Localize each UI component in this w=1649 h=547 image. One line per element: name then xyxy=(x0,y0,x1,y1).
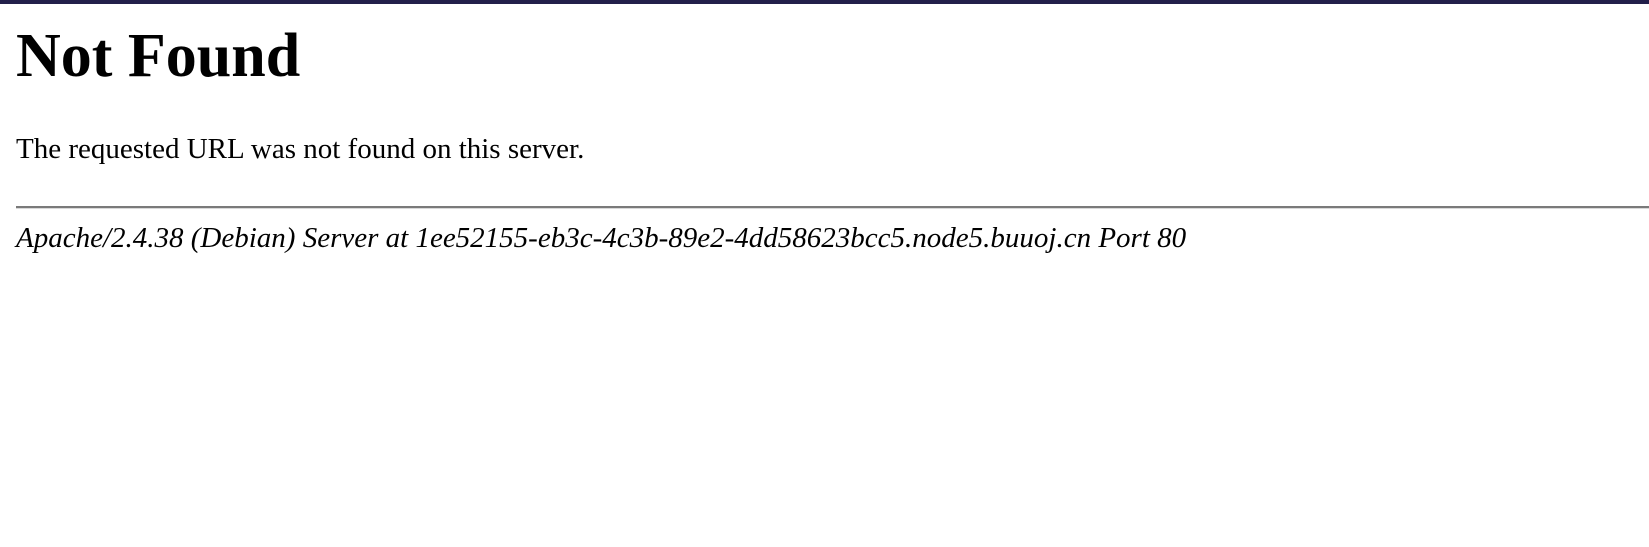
error-page: Not Found The requested URL was not foun… xyxy=(0,4,1649,547)
error-message: The requested URL was not found on this … xyxy=(16,133,585,165)
page-title: Not Found xyxy=(16,22,301,90)
divider xyxy=(16,206,1649,209)
server-signature: Apache/2.4.38 (Debian) Server at 1ee5215… xyxy=(16,222,1187,254)
